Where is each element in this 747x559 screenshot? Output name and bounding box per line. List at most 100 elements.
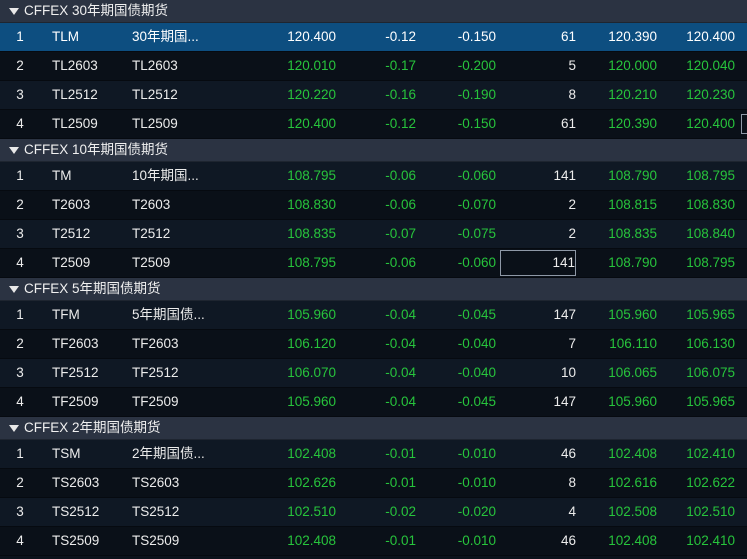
contract-code: TS2509: [52, 533, 100, 548]
group-header-tf[interactable]: CFFEX 5年期国债期货: [0, 278, 747, 301]
change: -0.04: [385, 394, 416, 409]
change: -0.01: [385, 533, 416, 548]
contract-code: TM: [52, 168, 72, 183]
change-percent: -0.040: [457, 336, 496, 351]
contract-code: TF2603: [52, 336, 99, 351]
volume: 8: [568, 475, 576, 490]
ask-price: 108.840: [686, 226, 735, 241]
table-row[interactable]: 4 TF2509 TF2509 105.960 -0.04 -0.045 147…: [0, 388, 747, 417]
row-index: 3: [16, 87, 24, 102]
volume: 2: [568, 226, 576, 241]
change: -0.12: [385, 116, 416, 131]
table-row[interactable]: 3 TF2512 TF2512 106.070 -0.04 -0.040 10 …: [0, 359, 747, 388]
collapse-triangle-icon[interactable]: [9, 147, 19, 154]
group-header-t[interactable]: CFFEX 10年期国债期货: [0, 139, 747, 162]
collapse-triangle-icon[interactable]: [9, 425, 19, 432]
table-row[interactable]: 2 TS2603 TS2603 102.626 -0.01 -0.010 8 1…: [0, 469, 747, 498]
table-row-selected[interactable]: 1 TLM 30年期国... 120.400 -0.12 -0.150 61 1…: [0, 23, 747, 52]
contract-name: TL2512: [132, 87, 178, 102]
collapse-triangle-icon[interactable]: [9, 8, 19, 15]
group-header-tl[interactable]: CFFEX 30年期国债期货: [0, 0, 747, 23]
contract-name: TS2603: [132, 475, 180, 490]
contract-code: TF2509: [52, 394, 99, 409]
table-row[interactable]: 2 T2603 T2603 108.830 -0.06 -0.070 2 108…: [0, 191, 747, 220]
table-row[interactable]: 4 T2509 T2509 108.795 -0.06 -0.060 141 1…: [0, 249, 747, 278]
group-title: CFFEX 2年期国债期货: [24, 420, 161, 435]
row-index: 4: [16, 255, 24, 270]
collapse-triangle-icon[interactable]: [9, 286, 19, 293]
last-price: 108.835: [287, 226, 336, 241]
last-price: 120.400: [287, 29, 336, 44]
volume: 2: [568, 197, 576, 212]
contract-code: TL2512: [52, 87, 98, 102]
change: -0.04: [385, 365, 416, 380]
bid-price: 102.616: [608, 475, 657, 490]
contract-name: TF2603: [132, 336, 179, 351]
contract-code: TFM: [52, 307, 80, 322]
bid-price: 106.110: [609, 336, 657, 351]
change: -0.02: [385, 504, 416, 519]
contract-code: T2509: [52, 255, 91, 270]
change-percent: -0.060: [457, 168, 496, 183]
change: -0.01: [385, 475, 416, 490]
contract-code: TL2509: [52, 116, 98, 131]
table-row[interactable]: 2 TF2603 TF2603 106.120 -0.04 -0.040 7 1…: [0, 330, 747, 359]
change-percent: -0.045: [457, 394, 496, 409]
volume: 147: [553, 394, 576, 409]
table-row[interactable]: 4 TL2509 TL2509 120.400 -0.12 -0.150 61 …: [0, 110, 747, 139]
last-price: 102.408: [287, 446, 336, 461]
table-row[interactable]: 3 T2512 T2512 108.835 -0.07 -0.075 2 108…: [0, 220, 747, 249]
volume: 61: [560, 116, 576, 131]
bid-price: 120.210: [608, 87, 657, 102]
volume: 7: [568, 336, 576, 351]
bid-price: 102.408: [608, 533, 657, 548]
ask-price: 108.795: [686, 255, 735, 270]
bid-price: 105.960: [608, 307, 657, 322]
change-percent: -0.075: [457, 226, 496, 241]
last-price: 120.400: [287, 116, 336, 131]
table-row[interactable]: 1 TM 10年期国... 108.795 -0.06 -0.060 141 1…: [0, 162, 747, 191]
cell-edge-marker: [741, 114, 747, 134]
bid-price: 108.790: [608, 255, 657, 270]
last-price: 120.010: [287, 58, 336, 73]
row-index: 2: [16, 58, 24, 73]
row-index: 2: [16, 336, 24, 351]
bid-price: 105.960: [608, 394, 657, 409]
change: -0.04: [385, 307, 416, 322]
contract-name: 5年期国债...: [132, 307, 205, 322]
volume-focused-cell[interactable]: 141: [500, 250, 576, 276]
last-price: 102.626: [287, 475, 336, 490]
ask-price: 106.130: [686, 336, 735, 351]
ask-price: 120.400: [686, 116, 735, 131]
table-row[interactable]: 3 TS2512 TS2512 102.510 -0.02 -0.020 4 1…: [0, 498, 747, 527]
change: -0.04: [385, 336, 416, 351]
ask-price: 108.830: [686, 197, 735, 212]
bid-price: 108.815: [608, 197, 657, 212]
ask-price: 105.965: [686, 394, 735, 409]
row-index: 3: [16, 365, 24, 380]
table-row[interactable]: 4 TS2509 TS2509 102.408 -0.01 -0.010 46 …: [0, 527, 747, 556]
contract-name: 30年期国...: [132, 29, 199, 44]
last-price: 120.220: [287, 87, 336, 102]
table-row[interactable]: 3 TL2512 TL2512 120.220 -0.16 -0.190 8 1…: [0, 81, 747, 110]
change-percent: -0.200: [457, 58, 496, 73]
change: -0.17: [385, 58, 416, 73]
change-percent: -0.010: [457, 446, 496, 461]
contract-name: TS2509: [132, 533, 180, 548]
ask-price: 108.795: [686, 168, 735, 183]
last-price: 108.795: [287, 168, 336, 183]
change-percent: -0.010: [457, 475, 496, 490]
row-index: 1: [16, 307, 24, 322]
group-header-ts[interactable]: CFFEX 2年期国债期货: [0, 417, 747, 440]
ask-price: 102.410: [686, 446, 735, 461]
volume: 61: [560, 29, 576, 44]
table-row[interactable]: 2 TL2603 TL2603 120.010 -0.17 -0.200 5 1…: [0, 52, 747, 81]
volume: 147: [553, 307, 576, 322]
contract-name: 2年期国债...: [132, 446, 205, 461]
bid-price: 102.408: [608, 446, 657, 461]
volume: 5: [568, 58, 576, 73]
bid-price: 108.790: [608, 168, 657, 183]
contract-code: TS2512: [52, 504, 100, 519]
table-row[interactable]: 1 TSM 2年期国债... 102.408 -0.01 -0.010 46 1…: [0, 440, 747, 469]
table-row[interactable]: 1 TFM 5年期国债... 105.960 -0.04 -0.045 147 …: [0, 301, 747, 330]
